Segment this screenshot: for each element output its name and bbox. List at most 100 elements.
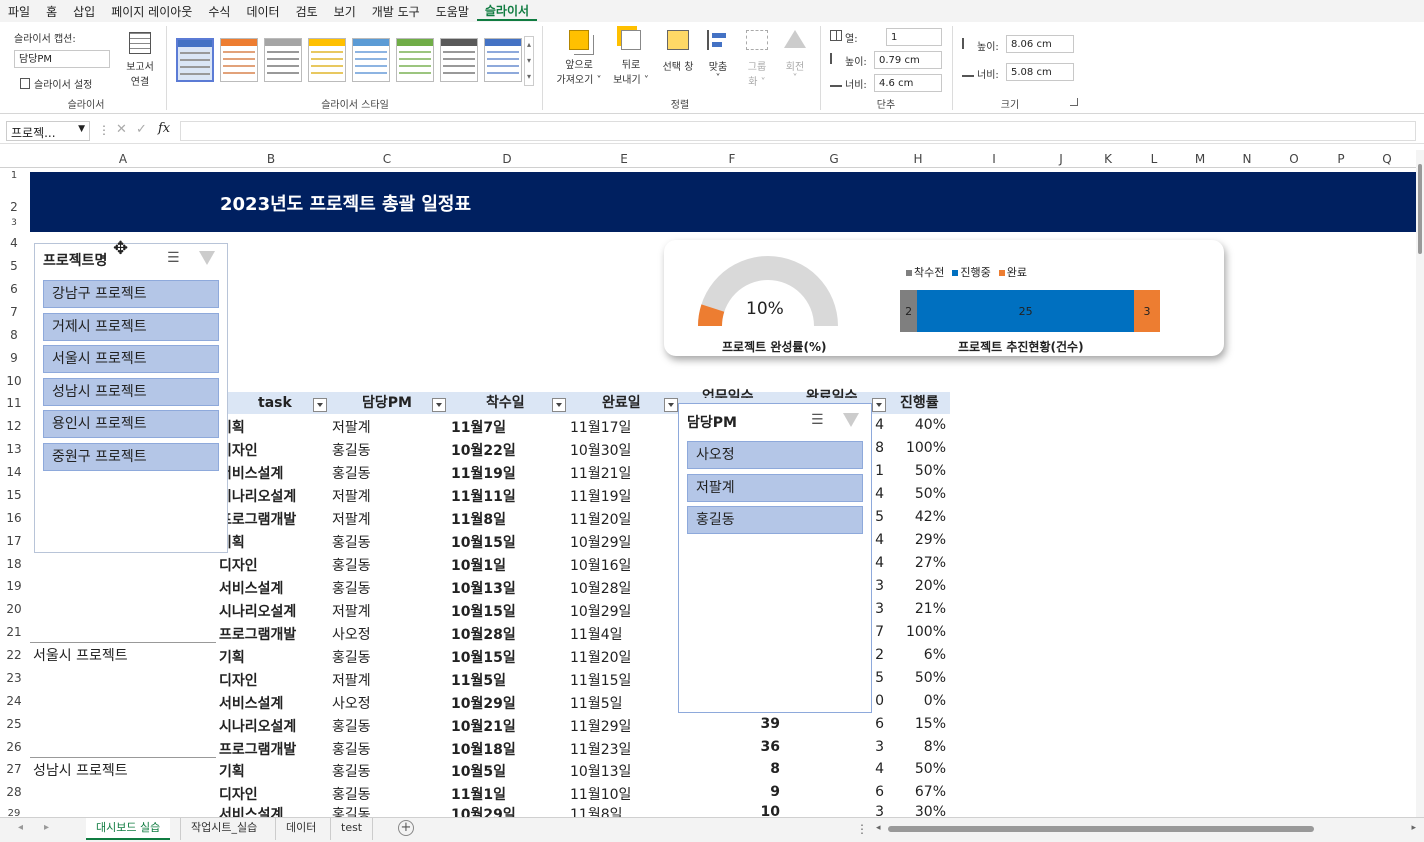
gallery-scroll[interactable]: ▴ ▾ ▾ bbox=[524, 36, 534, 86]
slicer-item-pm[interactable]: 홍길동 bbox=[687, 506, 863, 534]
table-row[interactable]: 서비스설계 홍길동 10월29일 11월8일 10 3 30% bbox=[0, 804, 950, 818]
column-header[interactable]: A bbox=[30, 152, 216, 166]
scrollbar-thumb[interactable] bbox=[888, 826, 1314, 832]
filter-dropdown-icon[interactable] bbox=[313, 398, 327, 412]
clear-filter-icon[interactable] bbox=[199, 251, 215, 265]
row-header[interactable]: 20 bbox=[0, 602, 28, 616]
fx-icon[interactable]: fx bbox=[158, 121, 170, 136]
scrollbar-thumb[interactable] bbox=[1418, 164, 1422, 254]
slicer-style-8[interactable] bbox=[484, 38, 522, 82]
filter-dropdown-icon[interactable] bbox=[872, 398, 886, 412]
column-header[interactable]: K bbox=[1084, 152, 1132, 166]
formula-input[interactable] bbox=[180, 121, 1416, 141]
slicer-style-6[interactable] bbox=[396, 38, 434, 82]
column-header[interactable]: E bbox=[566, 152, 682, 166]
row-header[interactable]: 21 bbox=[0, 625, 28, 639]
row-header[interactable]: 26 bbox=[0, 740, 28, 754]
slicer-item-project[interactable]: 강남구 프로젝트 bbox=[43, 280, 219, 308]
menu-tab-formulas[interactable]: 수식 bbox=[200, 3, 238, 20]
cancel-icon[interactable]: ✕ bbox=[116, 122, 127, 137]
chart-panel[interactable]: 10% 프로젝트 완성률(%) 착수전 진행중 완료 2 25 3 프로젝트 추… bbox=[664, 240, 1224, 356]
sheet-tab-worksheet[interactable]: 작업시트_실습 bbox=[180, 818, 267, 840]
row-header[interactable]: 19 bbox=[0, 579, 28, 593]
row-header[interactable]: 12 bbox=[0, 419, 28, 433]
slicer-item-project[interactable]: 중원구 프로젝트 bbox=[43, 443, 219, 471]
column-header[interactable]: J bbox=[1038, 152, 1084, 166]
row-header[interactable]: 17 bbox=[0, 534, 28, 548]
column-header[interactable]: P bbox=[1318, 152, 1364, 166]
row-header[interactable]: 27 bbox=[0, 762, 28, 776]
menu-tab-data[interactable]: 데이터 bbox=[238, 3, 287, 20]
column-header[interactable]: N bbox=[1224, 152, 1270, 166]
add-sheet-button[interactable]: + bbox=[398, 820, 414, 836]
slicer-style-1[interactable] bbox=[176, 38, 214, 82]
multi-select-icon[interactable]: ☰ bbox=[811, 412, 824, 428]
column-header[interactable]: F bbox=[682, 152, 782, 166]
slicer-style-4[interactable] bbox=[308, 38, 346, 82]
menu-tab-help[interactable]: 도움말 bbox=[428, 3, 477, 20]
slicer-item-project[interactable]: 성남시 프로젝트 bbox=[43, 378, 219, 406]
slicer-item-project[interactable]: 거제시 프로젝트 bbox=[43, 313, 219, 341]
button-width-input[interactable]: 4.6 cm bbox=[874, 74, 942, 92]
sheet-tab-dashboard[interactable]: 대시보드 실습 bbox=[86, 818, 171, 840]
row-header[interactable]: 7 bbox=[0, 305, 28, 319]
slicer-style-2[interactable] bbox=[220, 38, 258, 82]
button-height-input[interactable]: 0.79 cm bbox=[874, 51, 942, 69]
table-row[interactable]: 기획 홍길동 10월5일 10월13일 8 4 50% bbox=[0, 760, 950, 783]
sheet-tab-test[interactable]: test bbox=[330, 818, 374, 840]
height-input[interactable]: 8.06 cm bbox=[1006, 35, 1074, 53]
slicer-caption-input[interactable]: 담당PM bbox=[14, 50, 110, 68]
table-row[interactable]: 시나리오설계 홍길동 10월21일 11월29일 39 6 15% bbox=[0, 715, 950, 738]
row-header[interactable]: 10 bbox=[0, 374, 28, 388]
slicer-item-pm[interactable]: 저팔계 bbox=[687, 474, 863, 502]
row-header[interactable]: 9 bbox=[0, 351, 28, 365]
scroll-right-icon[interactable]: ▸ bbox=[1411, 823, 1416, 833]
row-header[interactable]: 25 bbox=[0, 717, 28, 731]
filter-dropdown-icon[interactable] bbox=[552, 398, 566, 412]
row-header[interactable]: 1 bbox=[0, 170, 28, 181]
report-connections-button[interactable]: 보고서 연결 bbox=[122, 30, 158, 92]
menu-tab-file[interactable]: 파일 bbox=[0, 3, 38, 20]
menu-tab-home[interactable]: 홈 bbox=[38, 3, 65, 20]
row-header[interactable]: 5 bbox=[0, 259, 28, 273]
size-dialog-launcher-icon[interactable] bbox=[1070, 98, 1078, 106]
vertical-scrollbar[interactable] bbox=[1416, 150, 1424, 818]
column-header[interactable]: Q bbox=[1364, 152, 1410, 166]
slicer-style-7[interactable] bbox=[440, 38, 478, 82]
send-backward-button[interactable]: 뒤로 보내기 ˅ bbox=[608, 30, 654, 86]
slicer-style-3[interactable] bbox=[264, 38, 302, 82]
next-sheet-icon[interactable]: ▸ bbox=[44, 822, 49, 833]
scroll-left-icon[interactable]: ◂ bbox=[876, 823, 881, 833]
horizontal-scrollbar[interactable]: ◂ ▸ bbox=[876, 823, 1416, 835]
slicer-item-project[interactable]: 서울시 프로젝트 bbox=[43, 345, 219, 373]
prev-sheet-icon[interactable]: ◂ bbox=[18, 822, 23, 833]
selection-pane-button[interactable]: 선택 창 bbox=[658, 30, 698, 73]
row-header[interactable]: 22 bbox=[0, 648, 28, 662]
project-slicer[interactable]: 프로젝트명 ✥ ☰ 강남구 프로젝트 거제시 프로젝트 서울시 프로젝트 성남시… bbox=[34, 238, 228, 553]
column-header[interactable]: M bbox=[1176, 152, 1224, 166]
row-header[interactable]: 8 bbox=[0, 328, 28, 342]
column-header[interactable]: B bbox=[216, 152, 326, 166]
columns-input[interactable]: 1 bbox=[886, 28, 942, 46]
menu-tab-insert[interactable]: 삽입 bbox=[65, 3, 103, 20]
menu-tab-view[interactable]: 보기 bbox=[326, 3, 364, 20]
row-header[interactable]: 11 bbox=[0, 396, 28, 410]
rotate-button[interactable]: 회전 ˅ bbox=[778, 30, 812, 84]
menu-tab-review[interactable]: 검토 bbox=[288, 3, 326, 20]
row-header[interactable]: 15 bbox=[0, 488, 28, 502]
bring-forward-button[interactable]: 앞으로 가져오기 ˅ bbox=[552, 30, 606, 86]
enter-icon[interactable]: ✓ bbox=[136, 122, 147, 137]
row-header[interactable]: 16 bbox=[0, 511, 28, 525]
more-options-icon[interactable]: ⋮ bbox=[856, 822, 868, 836]
row-header[interactable]: 24 bbox=[0, 694, 28, 708]
column-header[interactable]: L bbox=[1132, 152, 1176, 166]
menu-tab-slicer[interactable]: 슬라이서 bbox=[476, 1, 538, 21]
group-button[interactable]: 그룹 화 ˅ bbox=[740, 30, 774, 88]
row-header[interactable]: 6 bbox=[0, 282, 28, 296]
pm-slicer[interactable]: 담당PM ☰ 사오정 저팔계 홍길동 bbox=[678, 403, 872, 713]
clear-filter-icon[interactable] bbox=[843, 413, 859, 427]
slicer-settings-button[interactable]: 슬라이서 설정 bbox=[20, 76, 92, 91]
name-box[interactable]: 프로젝... ▼ bbox=[6, 121, 90, 141]
filter-dropdown-icon[interactable] bbox=[432, 398, 446, 412]
row-header[interactable]: 18 bbox=[0, 557, 28, 571]
